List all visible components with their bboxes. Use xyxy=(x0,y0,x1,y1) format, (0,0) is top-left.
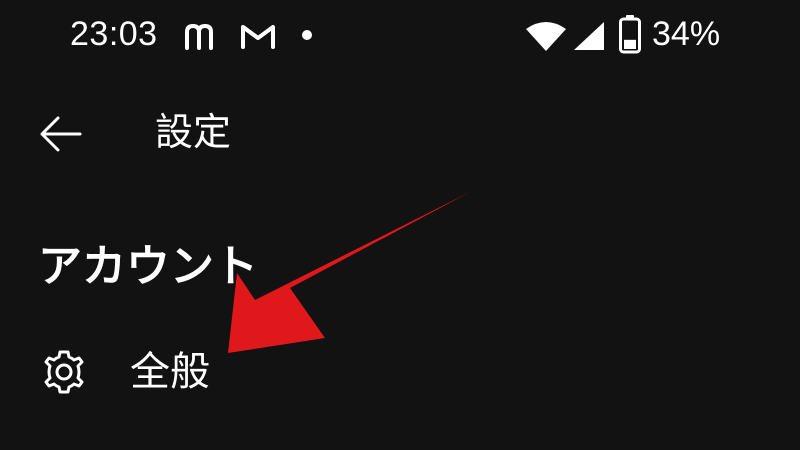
menu-item-general[interactable]: 全般 xyxy=(0,330,800,414)
wifi-icon xyxy=(526,22,566,51)
gmail-icon xyxy=(241,25,275,49)
annotation-arrow-shape xyxy=(228,192,470,353)
battery-icon xyxy=(619,15,641,54)
status-bar: 23:03 34% xyxy=(0,0,800,72)
arrow-left-icon xyxy=(40,116,82,152)
back-button[interactable] xyxy=(28,102,92,166)
status-time: 23:03 xyxy=(70,15,158,53)
gear-icon xyxy=(44,350,84,394)
section-header-account: アカウント xyxy=(38,241,258,292)
m-app-icon xyxy=(185,24,213,50)
menu-item-label: 全般 xyxy=(130,349,210,395)
page-title: 設定 xyxy=(155,110,232,154)
battery-percent: 34% xyxy=(652,15,721,53)
app-bar: 設定 xyxy=(0,90,800,174)
cell-signal-icon xyxy=(574,22,604,50)
notification-dot-icon xyxy=(302,30,312,40)
